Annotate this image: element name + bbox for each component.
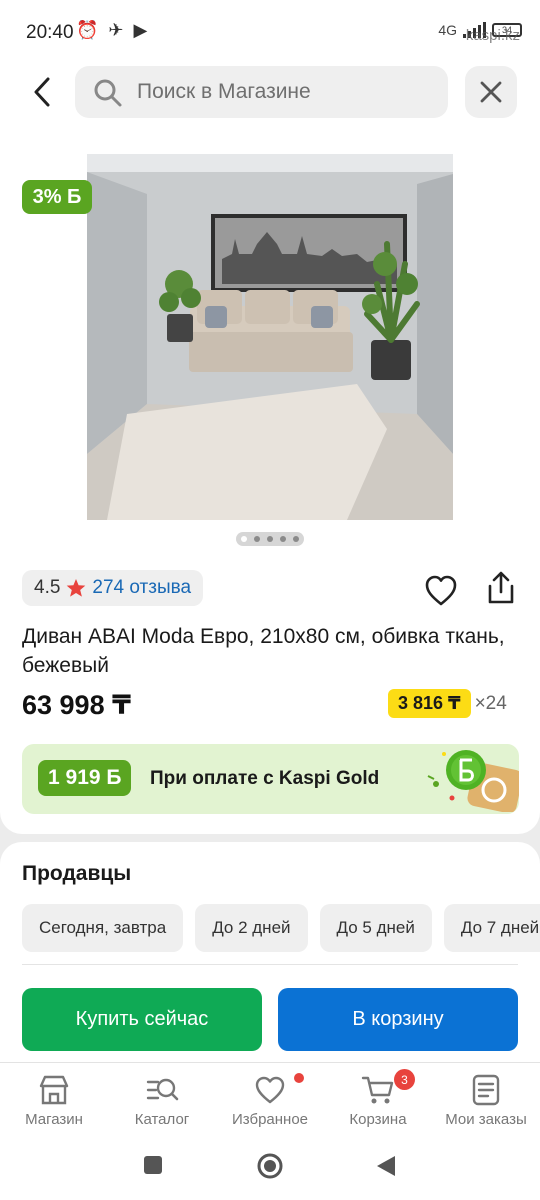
product-image[interactable] (87, 154, 453, 520)
nav-label: Магазин (25, 1111, 83, 1128)
filter-chip[interactable]: До 5 дней (319, 904, 432, 952)
image-dot[interactable] (267, 536, 273, 542)
search-icon (94, 79, 122, 107)
product-card: 3% Б 4.5 274 отзыва Диван ABAI Moda Евро… (0, 122, 540, 834)
image-dot[interactable] (280, 536, 286, 542)
sofa-photo (87, 154, 453, 520)
gold-text: При оплате с Kaspi Gold (150, 768, 380, 789)
favorites-indicator-dot (294, 1073, 304, 1083)
shop-icon (39, 1075, 69, 1105)
nav-label: Корзина (349, 1111, 407, 1128)
nav-label: Мои заказы (445, 1111, 527, 1128)
send-icon: ✈ (108, 20, 124, 40)
nav-item-catalog[interactable]: Каталог (108, 1073, 216, 1128)
close-icon (480, 81, 502, 103)
rating-chip[interactable]: 4.5 274 отзыва (22, 570, 204, 606)
image-pagination[interactable] (236, 532, 304, 546)
product-price: 63 998 ₸ (22, 690, 131, 720)
favorite-button[interactable] (423, 573, 459, 609)
bottom-nav: Магазин Каталог Избранное Корзина Мои за… (0, 1062, 540, 1138)
network-label: 4G (438, 22, 457, 38)
home-button[interactable] (256, 1152, 284, 1180)
search-input[interactable] (137, 66, 437, 118)
filter-chip[interactable]: До 7 дней (443, 904, 540, 952)
star-icon (67, 579, 86, 597)
nav-label: Каталог (134, 1111, 190, 1128)
installment-months: ×24 (474, 692, 507, 714)
share-button[interactable] (483, 570, 519, 606)
nav-label: Избранное (231, 1111, 309, 1128)
nav-item-orders[interactable]: Мои заказы (432, 1073, 540, 1128)
heart-icon (255, 1076, 285, 1104)
kaspi-gold-card-icon (427, 750, 519, 812)
back-button[interactable] (22, 72, 62, 112)
close-button[interactable] (465, 66, 517, 118)
installment-amount: 3 816 ₸ (388, 689, 471, 718)
status-bar: 20:40 ⏰ ✈ ▶ 4G 34 kaspi.kz (0, 0, 540, 64)
chevron-left-icon (34, 77, 50, 107)
nav-item-cart[interactable]: Корзина (324, 1073, 432, 1128)
alarm-icon: ⏰ (76, 20, 99, 40)
kaspi-gold-banner[interactable]: 1 919 Б При оплате с Kaspi Gold (22, 744, 519, 814)
search-box[interactable] (75, 66, 448, 118)
nav-item-shop[interactable]: Магазин (0, 1073, 108, 1128)
filter-chip[interactable]: До 2 дней (195, 904, 308, 952)
filter-chip[interactable]: Сегодня, завтра (22, 904, 184, 952)
watermark: kaspi.kz (465, 27, 520, 44)
delivery-filter-row: Сегодня, завтра До 2 дней До 5 дней До 7… (22, 904, 540, 952)
system-nav-bar (0, 1138, 540, 1200)
gold-bonus: 1 919 Б (38, 760, 132, 796)
buy-now-button[interactable]: Купить сейчас (22, 988, 262, 1051)
nav-item-favorites[interactable]: Избранное (216, 1073, 324, 1128)
share-icon (488, 571, 514, 604)
cart-icon (361, 1076, 394, 1104)
product-title: Диван ABAI Moda Евро, 210x80 см, обивка … (22, 625, 505, 677)
status-notification-icons: ⏰ ✈ ▶ (76, 20, 147, 41)
catalog-search-icon (146, 1078, 179, 1101)
sellers-title: Продавцы (22, 862, 132, 885)
divider (22, 964, 518, 965)
image-dot[interactable] (241, 536, 247, 542)
installment-info[interactable]: 3 816 ₸ ×24 (388, 689, 507, 718)
recents-button[interactable] (142, 1154, 164, 1176)
sellers-section: Продавцы Сегодня, завтра До 2 дней До 5 … (0, 842, 540, 1062)
cashback-badge: 3% Б (22, 180, 92, 214)
reviews-link[interactable]: 274 отзыва (92, 577, 191, 599)
add-to-cart-button[interactable]: В корзину (278, 988, 518, 1051)
heart-icon (425, 575, 457, 606)
search-header (0, 64, 540, 122)
rating-value: 4.5 (34, 577, 61, 598)
back-triangle-button[interactable] (374, 1154, 398, 1178)
cart-badge: 3 (394, 1069, 415, 1090)
play-icon: ▶ (133, 20, 148, 40)
image-dot[interactable] (293, 536, 299, 542)
status-time: 20:40 (26, 22, 74, 43)
orders-icon (472, 1074, 500, 1106)
image-dot[interactable] (254, 536, 260, 542)
